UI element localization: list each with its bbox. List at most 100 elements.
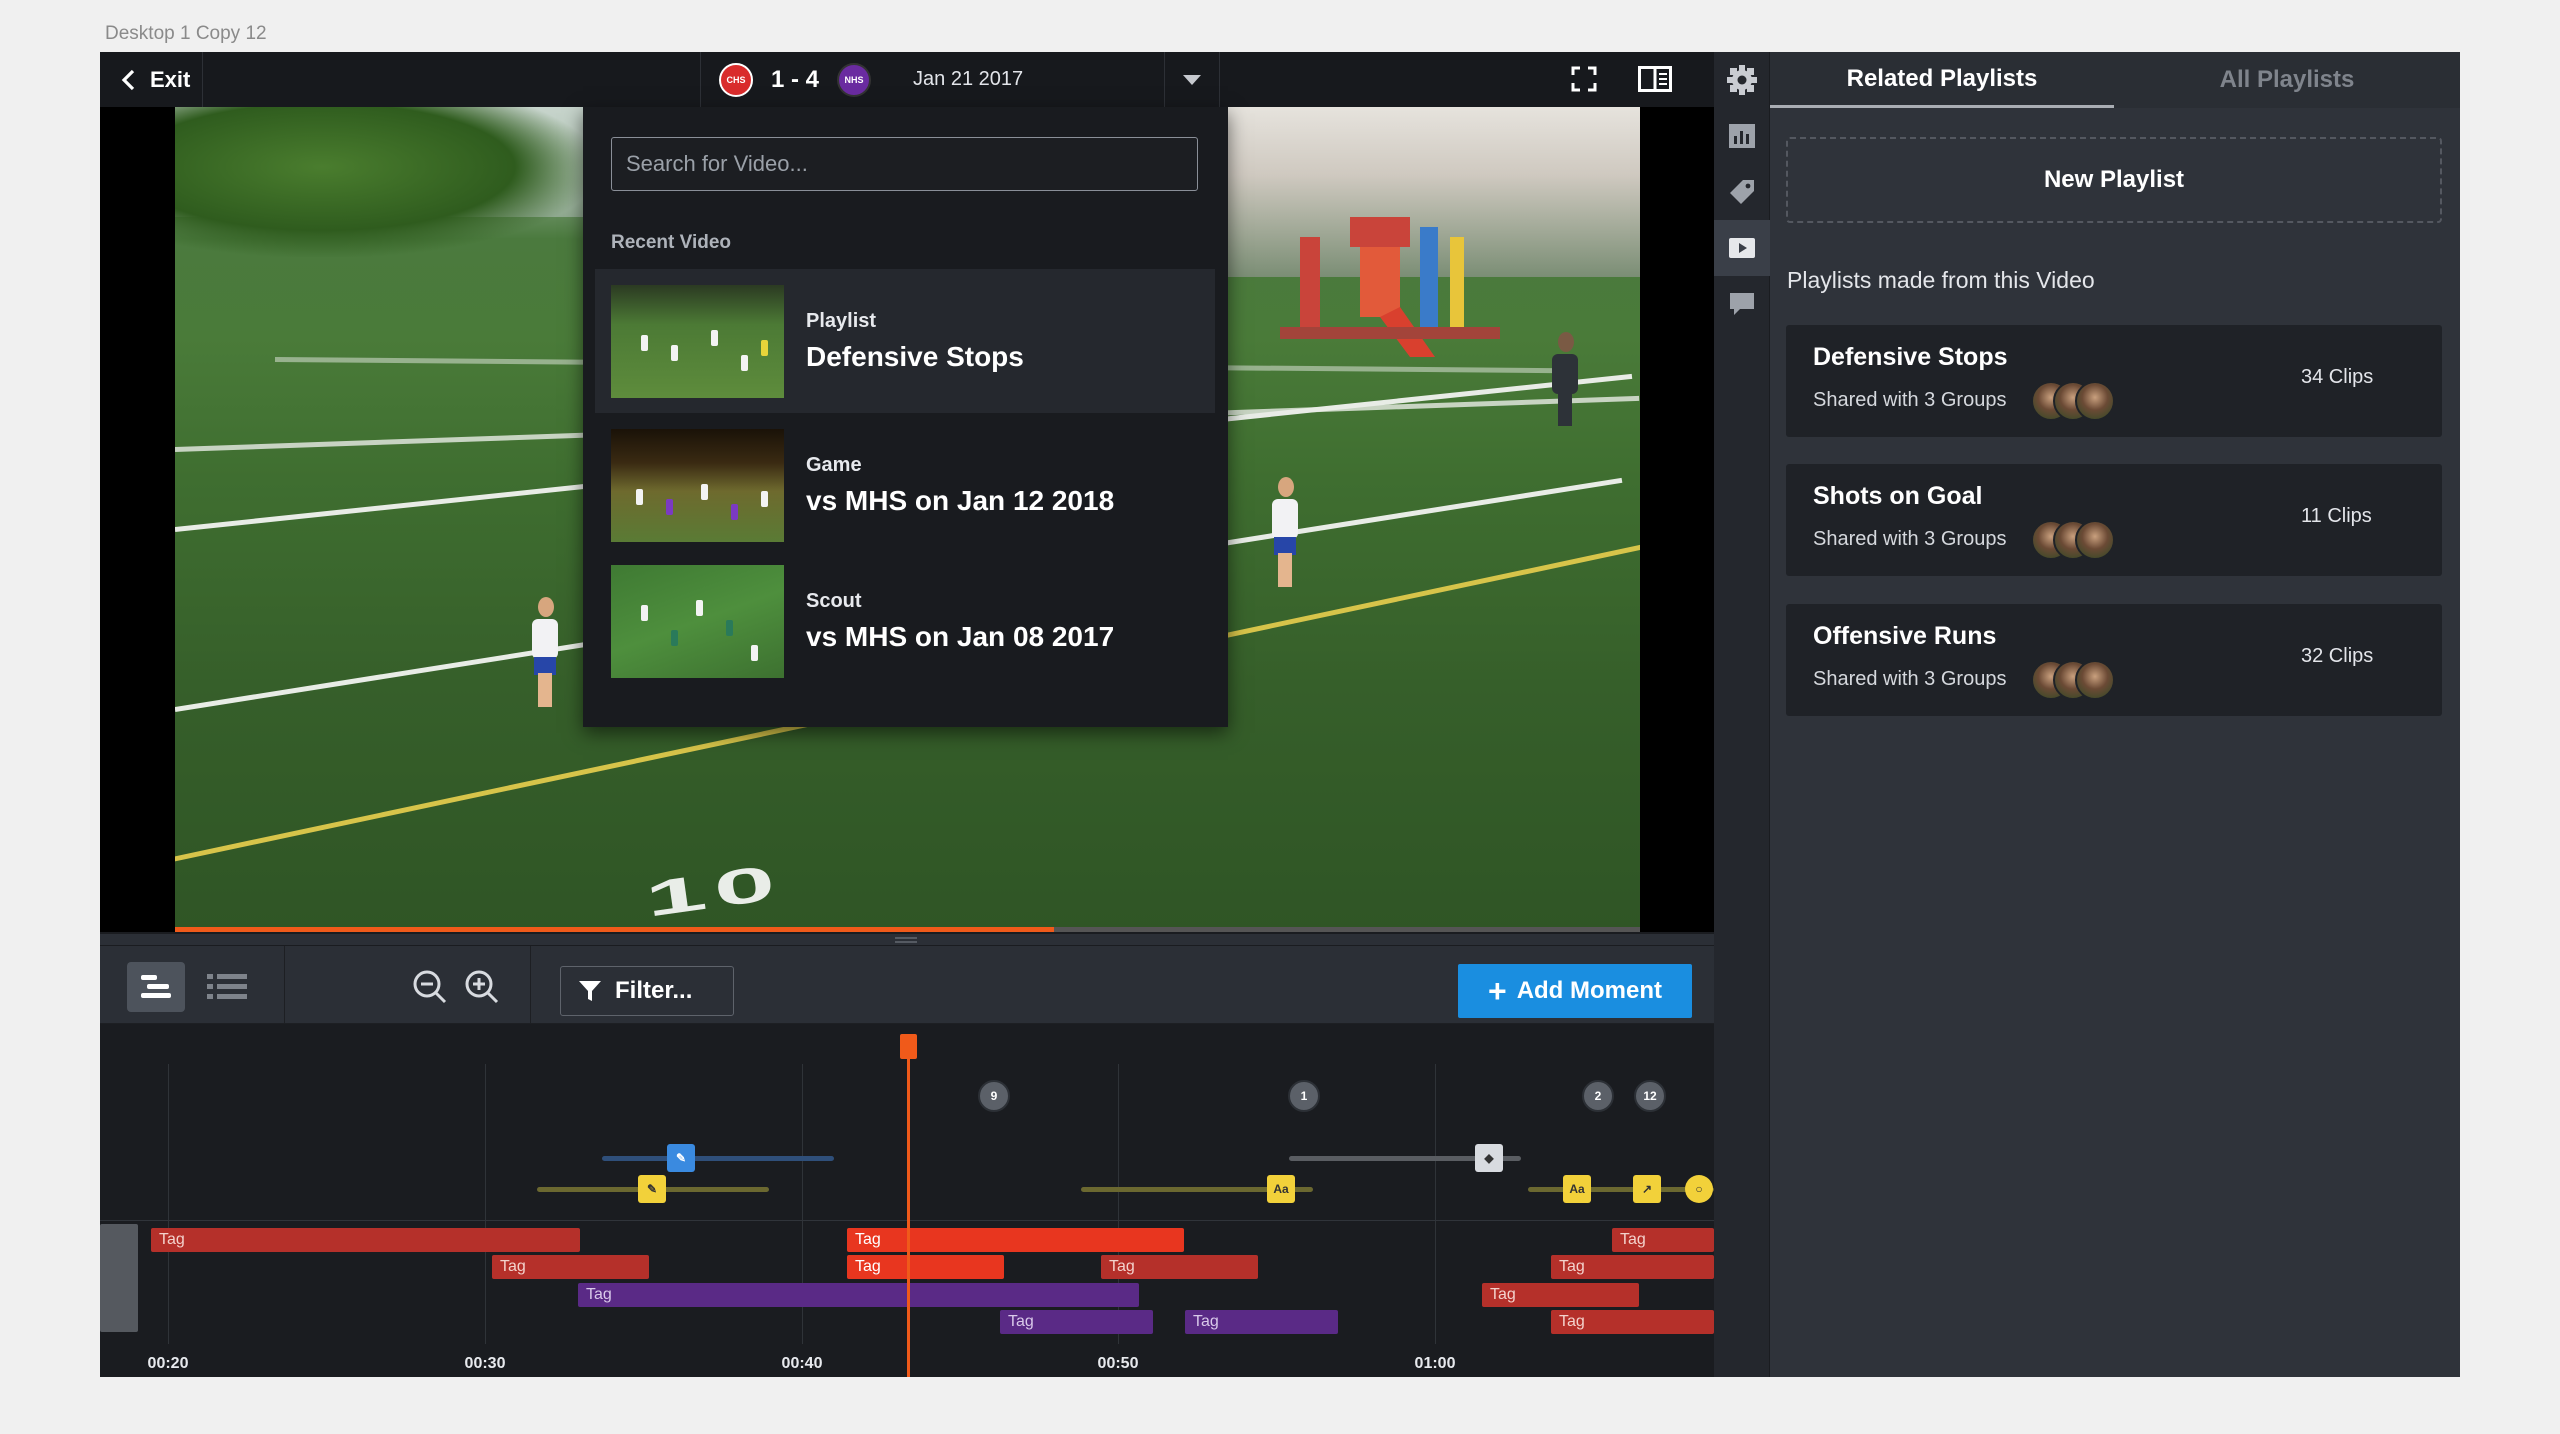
comment-bubble[interactable]: 1 xyxy=(1288,1080,1320,1112)
video-thumbnail xyxy=(611,564,784,678)
comment-icon[interactable] xyxy=(1714,276,1770,332)
video-title: vs MHS on Jan 12 2018 xyxy=(806,484,1115,516)
timeline-toolbar: Filter... + Add Moment xyxy=(100,946,1714,1024)
comment-bubble[interactable]: 12 xyxy=(1634,1080,1666,1112)
group-avatars xyxy=(2031,381,2121,421)
time-label: 00:50 xyxy=(1097,1355,1139,1372)
playlist-clip-count: 32 Clips xyxy=(2301,645,2374,667)
exit-button[interactable]: Exit xyxy=(108,52,204,107)
timeline-resize-handle[interactable] xyxy=(100,932,1714,946)
playlists-subtitle: Playlists made from this Video xyxy=(1787,267,2095,293)
add-moment-label: Add Moment xyxy=(1516,977,1662,1004)
caret-down-icon xyxy=(1183,74,1201,85)
top-bar: Exit CHS 1 - 4 NHS Jan 21 2017 xyxy=(100,52,1714,107)
video-thumbnail xyxy=(611,428,784,542)
video-title: Defensive Stops xyxy=(806,340,1024,372)
arrow-marker-icon[interactable]: ↗ xyxy=(1633,1175,1661,1203)
filter-button[interactable]: Filter... xyxy=(560,966,734,1016)
recent-video-item[interactable]: Game vs MHS on Jan 12 2018 xyxy=(595,413,1215,557)
side-icon-rail xyxy=(1714,52,1770,1377)
playhead-handle[interactable] xyxy=(900,1034,917,1059)
time-label: 01:00 xyxy=(1414,1355,1456,1372)
playlist-tabs: Related Playlists All Playlists xyxy=(1770,52,2460,108)
tag-bar[interactable]: Tag xyxy=(1000,1310,1153,1334)
recent-video-item[interactable]: Playlist Defensive Stops xyxy=(595,269,1215,413)
tag-icon[interactable] xyxy=(1714,164,1770,220)
video-type: Game xyxy=(806,453,862,476)
tab-all-playlists[interactable]: All Playlists xyxy=(2114,52,2460,108)
filter-icon xyxy=(579,981,601,1001)
pen-marker-icon[interactable]: ✎ xyxy=(667,1144,695,1172)
playlist-shared: Shared with 3 Groups xyxy=(1813,528,2007,550)
tag-bar[interactable]: Tag xyxy=(492,1255,649,1279)
artboard-label: Desktop 1 Copy 12 xyxy=(105,23,267,44)
plus-icon: + xyxy=(1488,973,1507,1009)
group-avatars xyxy=(2031,660,2121,700)
tag-bar[interactable]: Tag xyxy=(1551,1310,1714,1334)
tag-bar[interactable]: Tag xyxy=(1101,1255,1258,1279)
video-picker-dropdown: Recent Video Playlist Defensive Stops Ga… xyxy=(583,107,1228,727)
panel-layout-icon[interactable] xyxy=(1638,64,1672,94)
video-icon[interactable] xyxy=(1714,220,1770,276)
tag-bar[interactable]: Tag xyxy=(1185,1310,1338,1334)
zoom-in-icon[interactable] xyxy=(462,962,502,1012)
video-type: Playlist xyxy=(806,309,877,332)
video-search-input[interactable] xyxy=(611,137,1198,191)
chart-icon[interactable] xyxy=(1714,108,1770,164)
playlist-card[interactable]: Offensive Runs Shared with 3 Groups 32 C… xyxy=(1786,604,2442,716)
comment-bubble[interactable]: 9 xyxy=(978,1080,1010,1112)
game-selector[interactable]: CHS 1 - 4 NHS Jan 21 2017 xyxy=(700,52,1220,107)
tag-bar[interactable]: Tag xyxy=(847,1228,1184,1252)
tag-bar[interactable]: Tag xyxy=(1551,1255,1714,1279)
timeline[interactable]: 9 1 2 12 ✎ ✎ Aa ◆ Aa ↗ ○ Tag Tag Tag Tag… xyxy=(100,1024,1714,1377)
playlist-shared: Shared with 3 Groups xyxy=(1813,389,2007,411)
player-figure xyxy=(1270,477,1300,587)
zoom-out-icon[interactable] xyxy=(410,962,450,1012)
tag-marker-icon[interactable]: ◆ xyxy=(1475,1144,1503,1172)
chevron-left-icon xyxy=(121,69,135,90)
playlist-shared: Shared with 3 Groups xyxy=(1813,668,2007,690)
moment-range[interactable] xyxy=(602,1156,834,1161)
timeline-scrollbar[interactable] xyxy=(100,1224,138,1332)
home-team-logo: CHS xyxy=(719,62,753,97)
exit-label: Exit xyxy=(150,66,191,92)
add-moment-button[interactable]: + Add Moment xyxy=(1458,964,1692,1018)
video-title: vs MHS on Jan 08 2017 xyxy=(806,620,1115,652)
circle-marker-icon[interactable]: ○ xyxy=(1685,1175,1713,1203)
away-team-logo: NHS xyxy=(837,62,872,97)
text-marker[interactable]: Aa xyxy=(1267,1175,1295,1203)
game-dropdown-toggle[interactable] xyxy=(1164,52,1219,107)
game-date: Jan 21 2017 xyxy=(913,68,1024,90)
playlist-card[interactable]: Shots on Goal Shared with 3 Groups 11 Cl… xyxy=(1786,464,2442,576)
playlist-clip-count: 34 Clips xyxy=(2301,366,2374,388)
list-view-icon[interactable] xyxy=(198,962,256,1012)
video-type: Scout xyxy=(806,589,862,612)
gear-icon[interactable] xyxy=(1714,52,1770,108)
tag-bar[interactable]: Tag xyxy=(151,1228,580,1252)
playlist-title: Defensive Stops xyxy=(1813,343,2008,371)
player-figure xyxy=(530,597,560,707)
tab-related-playlists[interactable]: Related Playlists xyxy=(1770,52,2114,108)
tag-bar[interactable]: Tag xyxy=(1612,1228,1714,1252)
tag-bar[interactable]: Tag xyxy=(1482,1283,1639,1307)
recent-video-item[interactable]: Scout vs MHS on Jan 08 2017 xyxy=(595,549,1215,693)
new-playlist-button[interactable]: New Playlist xyxy=(1786,137,2442,223)
tag-bar[interactable]: Tag xyxy=(578,1283,1139,1307)
time-label: 00:30 xyxy=(464,1355,506,1372)
playlist-title: Shots on Goal xyxy=(1813,482,1983,510)
score: 1 - 4 xyxy=(771,65,820,93)
text-marker[interactable]: Aa xyxy=(1563,1175,1591,1203)
comment-bubble[interactable]: 2 xyxy=(1582,1080,1614,1112)
fullscreen-icon[interactable] xyxy=(1567,64,1601,94)
group-avatars xyxy=(2031,520,2121,560)
pencil-marker-icon[interactable]: ✎ xyxy=(638,1175,666,1203)
playlist-title: Offensive Runs xyxy=(1813,622,1997,650)
tag-bar[interactable]: Tag xyxy=(847,1255,1004,1279)
time-label: 00:20 xyxy=(147,1355,189,1372)
playground-image xyxy=(1280,217,1500,357)
timeline-view-icon[interactable] xyxy=(127,962,185,1012)
playlist-card[interactable]: Defensive Stops Shared with 3 Groups 34 … xyxy=(1786,325,2442,437)
playhead[interactable] xyxy=(907,1034,910,1377)
video-thumbnail xyxy=(611,284,784,398)
playlist-clip-count: 11 Clips xyxy=(2301,505,2372,527)
